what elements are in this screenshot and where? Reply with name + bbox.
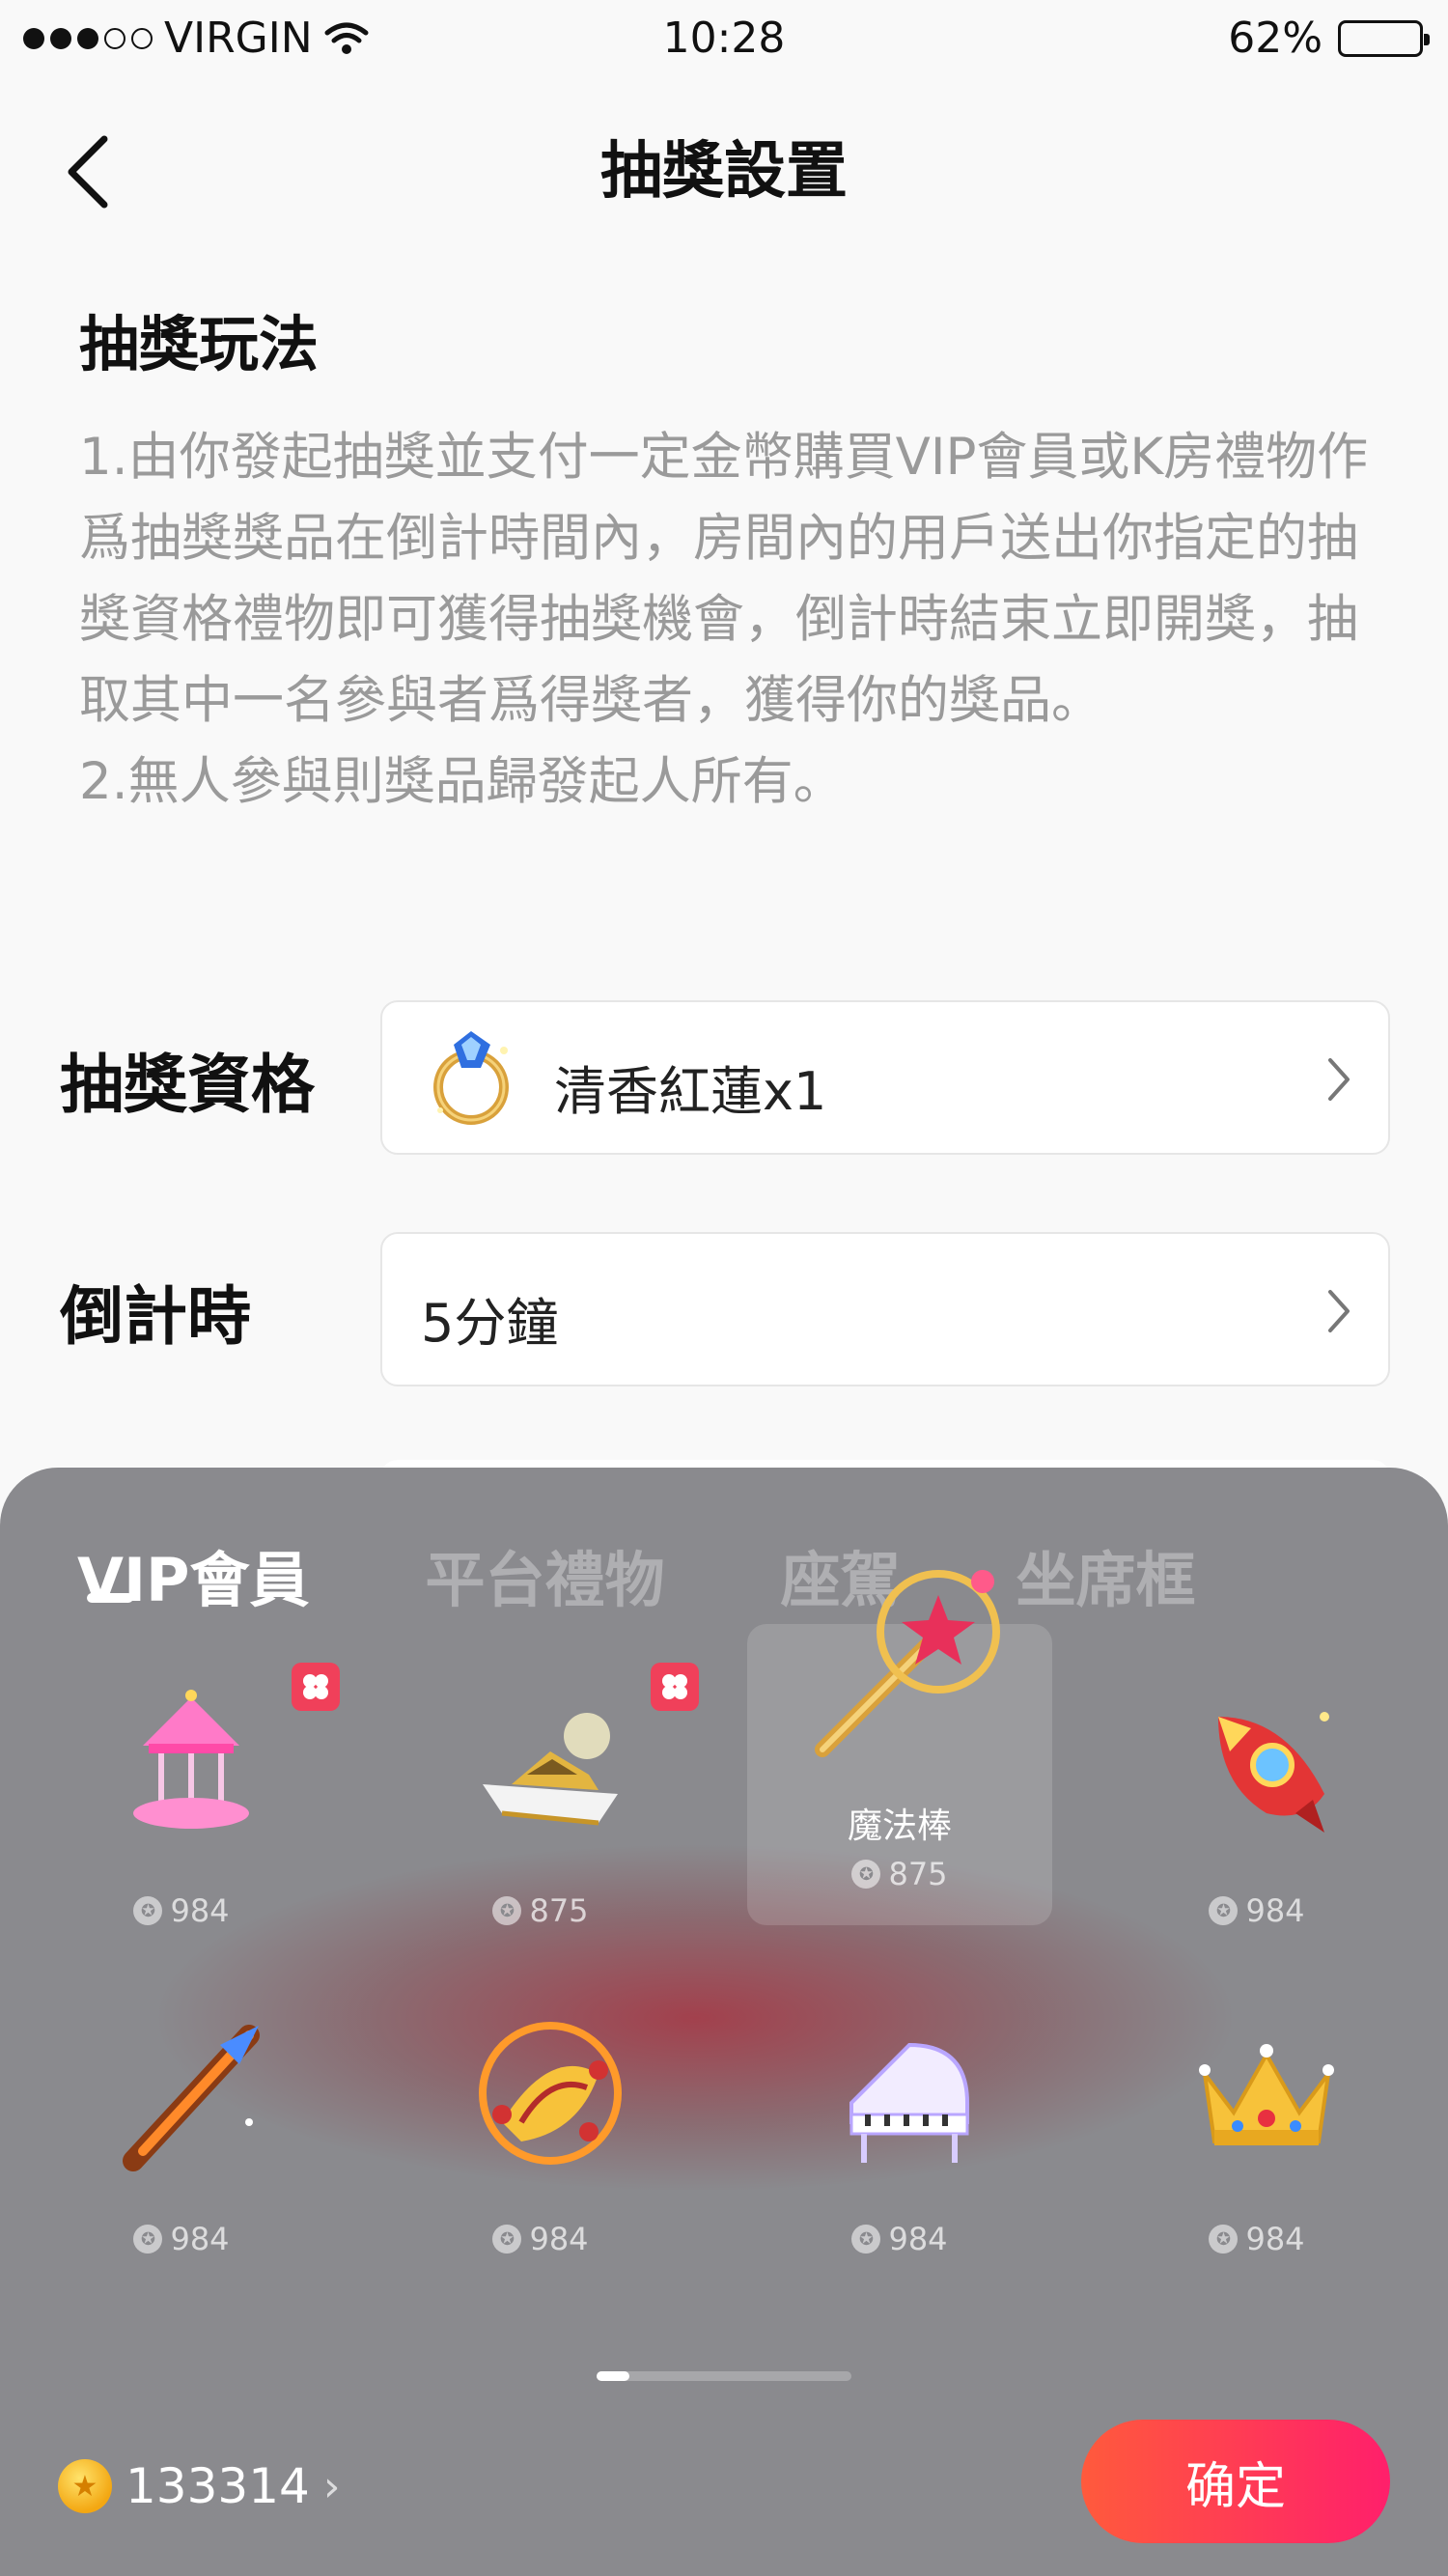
rules-text: 1.由你發起抽獎並支付一定金幣購買VIP會員或K房禮物作爲抽獎獎品在倒計時間內，… xyxy=(79,417,1392,823)
gift-item[interactable]: ✪ 984 xyxy=(1104,1661,1409,1962)
rules-title: 抽獎玩法 xyxy=(79,309,320,379)
coin-icon: ✪ xyxy=(133,2225,163,2254)
gift-item[interactable]: ✪ 984 xyxy=(29,1661,340,1962)
countdown-label: 倒計時 xyxy=(60,1279,251,1354)
coin-icon: ✪ xyxy=(1209,1896,1239,1925)
battery-percent: 62% xyxy=(1228,14,1323,63)
countdown-value: 5分鐘 xyxy=(421,1293,559,1354)
gift-picker-sheet: VIP會員 平台禮物 座駕 坐席框 ✪ 984 ✪ 875 魔法棒 ✪ 875 … xyxy=(0,1468,1448,2576)
gift-item[interactable]: ✪ 984 xyxy=(1104,1989,1409,2290)
status-bar: VIRGIN 10:28 62% xyxy=(0,0,1448,81)
qualification-label: 抽獎資格 xyxy=(60,1048,315,1122)
rules-paragraph: 1.由你發起抽獎並支付一定金幣購買VIP會員或K房禮物作爲抽獎獎品在倒計時間內，… xyxy=(79,428,1369,730)
coin-icon: ✪ xyxy=(133,1896,163,1925)
gift-price: ✪ 984 xyxy=(29,1892,334,1929)
rocket-icon xyxy=(1218,1712,1329,1833)
gift-item[interactable]: ✪ 984 xyxy=(747,1989,1052,2290)
gift-price: ✪ 875 xyxy=(747,1856,1052,1892)
qualification-value: 清香紅蓮x1 xyxy=(554,1061,827,1122)
qualification-selector[interactable]: 清香紅蓮x1 xyxy=(380,1000,1390,1155)
gold-coin-icon: ★ xyxy=(58,2459,112,2513)
gift-item[interactable]: ✪ 875 xyxy=(388,1661,699,1962)
active-tab-indicator xyxy=(87,1593,133,1603)
battery-icon xyxy=(1338,19,1430,57)
coin-balance[interactable]: ★ 133314 › xyxy=(58,2458,340,2514)
gift-price: ✪ 984 xyxy=(747,2221,1052,2257)
gift-category-tabs: VIP會員 平台禮物 座駕 坐席框 xyxy=(77,1531,1312,1618)
chevron-right-icon: › xyxy=(322,2461,341,2511)
yacht-icon xyxy=(483,1713,618,1826)
crown-icon xyxy=(1199,2044,1334,2145)
lucky-badge-icon xyxy=(292,1663,340,1711)
countdown-selector[interactable]: 5分鐘 xyxy=(380,1232,1390,1386)
balance-amount: 133314 xyxy=(125,2458,310,2514)
gift-price: ✪ 984 xyxy=(29,2221,334,2257)
coin-icon: ✪ xyxy=(1209,2225,1239,2254)
sword-icon xyxy=(123,2025,260,2171)
gift-name: 魔法棒 xyxy=(847,1806,952,1846)
chevron-right-icon xyxy=(1328,1290,1350,1332)
gift-price: ✪ 984 xyxy=(1104,1892,1409,1929)
magic-carpet-icon xyxy=(479,2022,622,2165)
gift-item[interactable]: ✪ 984 xyxy=(29,1989,334,2290)
page-title: 抽獎設置 xyxy=(600,136,848,208)
tab-vip[interactable]: VIP會員 xyxy=(77,1531,310,1618)
ring-gift-icon xyxy=(433,1031,509,1125)
magic-wand-icon xyxy=(815,1570,1000,1757)
coin-icon: ✪ xyxy=(851,2225,881,2254)
gift-item-selected[interactable]: 魔法棒 ✪ 875 xyxy=(747,1570,1052,1925)
gift-price: ✪ 984 xyxy=(388,2221,693,2257)
gift-item[interactable]: ✪ 984 xyxy=(388,1989,693,2290)
coin-icon: ✪ xyxy=(492,2225,522,2254)
carousel-icon xyxy=(133,1690,249,1829)
rules-paragraph: 2.無人參與則獎品歸發起人所有。 xyxy=(79,752,845,811)
lucky-badge-icon xyxy=(651,1663,699,1711)
gift-price: ✪ 984 xyxy=(1104,2221,1409,2257)
coin-icon: ✪ xyxy=(851,1860,881,1889)
coin-icon: ✪ xyxy=(492,1896,522,1925)
page-indicator xyxy=(597,2371,851,2381)
tab-platform-gifts[interactable]: 平台禮物 xyxy=(426,1531,665,1618)
tab-seat-frames[interactable]: 坐席框 xyxy=(1016,1531,1196,1618)
confirm-button[interactable]: 确定 xyxy=(1081,2420,1390,2543)
gift-price: ✪ 875 xyxy=(388,1892,693,1929)
chevron-right-icon xyxy=(1328,1058,1350,1101)
piano-icon xyxy=(849,2042,969,2163)
battery-status: 62% xyxy=(1228,14,1430,63)
